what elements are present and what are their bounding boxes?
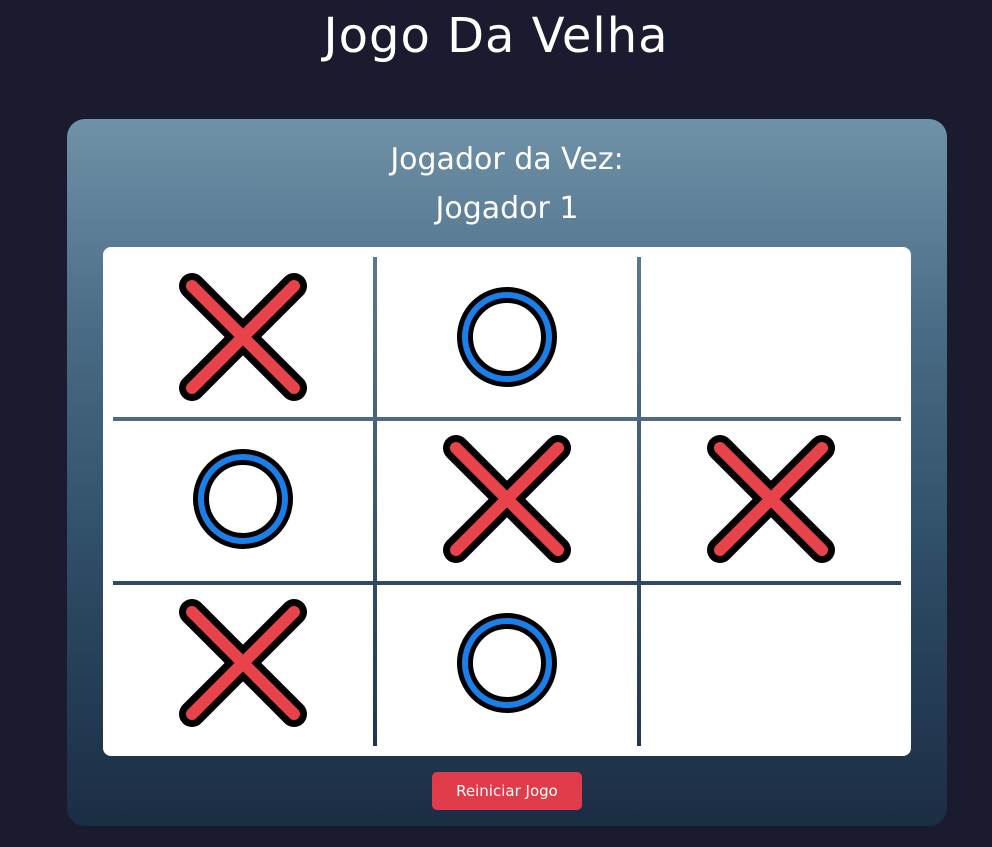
- board-cell[interactable]: [651, 588, 891, 738]
- turn-label: Jogador da Vez:: [390, 142, 624, 177]
- grid-line-vertical: [373, 257, 377, 746]
- game-panel: Jogador da Vez: Jogador 1 Reiniciar Jogo: [67, 119, 947, 826]
- board-cell[interactable]: [387, 588, 627, 738]
- o-mark-icon: [457, 613, 557, 713]
- x-mark-icon: [178, 272, 308, 402]
- board-cell[interactable]: [123, 588, 363, 738]
- board-cell[interactable]: [387, 262, 627, 412]
- reset-game-button[interactable]: Reiniciar Jogo: [432, 772, 582, 810]
- board-cell[interactable]: [651, 424, 891, 574]
- board-cell[interactable]: [387, 424, 627, 574]
- grid-line-vertical: [637, 257, 641, 746]
- page-title: Jogo Da Velha: [323, 8, 669, 64]
- board-cell[interactable]: [123, 262, 363, 412]
- game-board: [103, 247, 911, 756]
- x-mark-icon: [706, 434, 836, 564]
- o-mark-icon: [193, 449, 293, 549]
- board-cell[interactable]: [651, 262, 891, 412]
- x-mark-icon: [178, 598, 308, 728]
- grid-line-horizontal: [113, 581, 901, 585]
- x-mark-icon: [442, 434, 572, 564]
- grid-line-horizontal: [113, 417, 901, 421]
- o-mark-icon: [457, 287, 557, 387]
- board-cell[interactable]: [123, 424, 363, 574]
- current-player: Jogador 1: [435, 191, 579, 226]
